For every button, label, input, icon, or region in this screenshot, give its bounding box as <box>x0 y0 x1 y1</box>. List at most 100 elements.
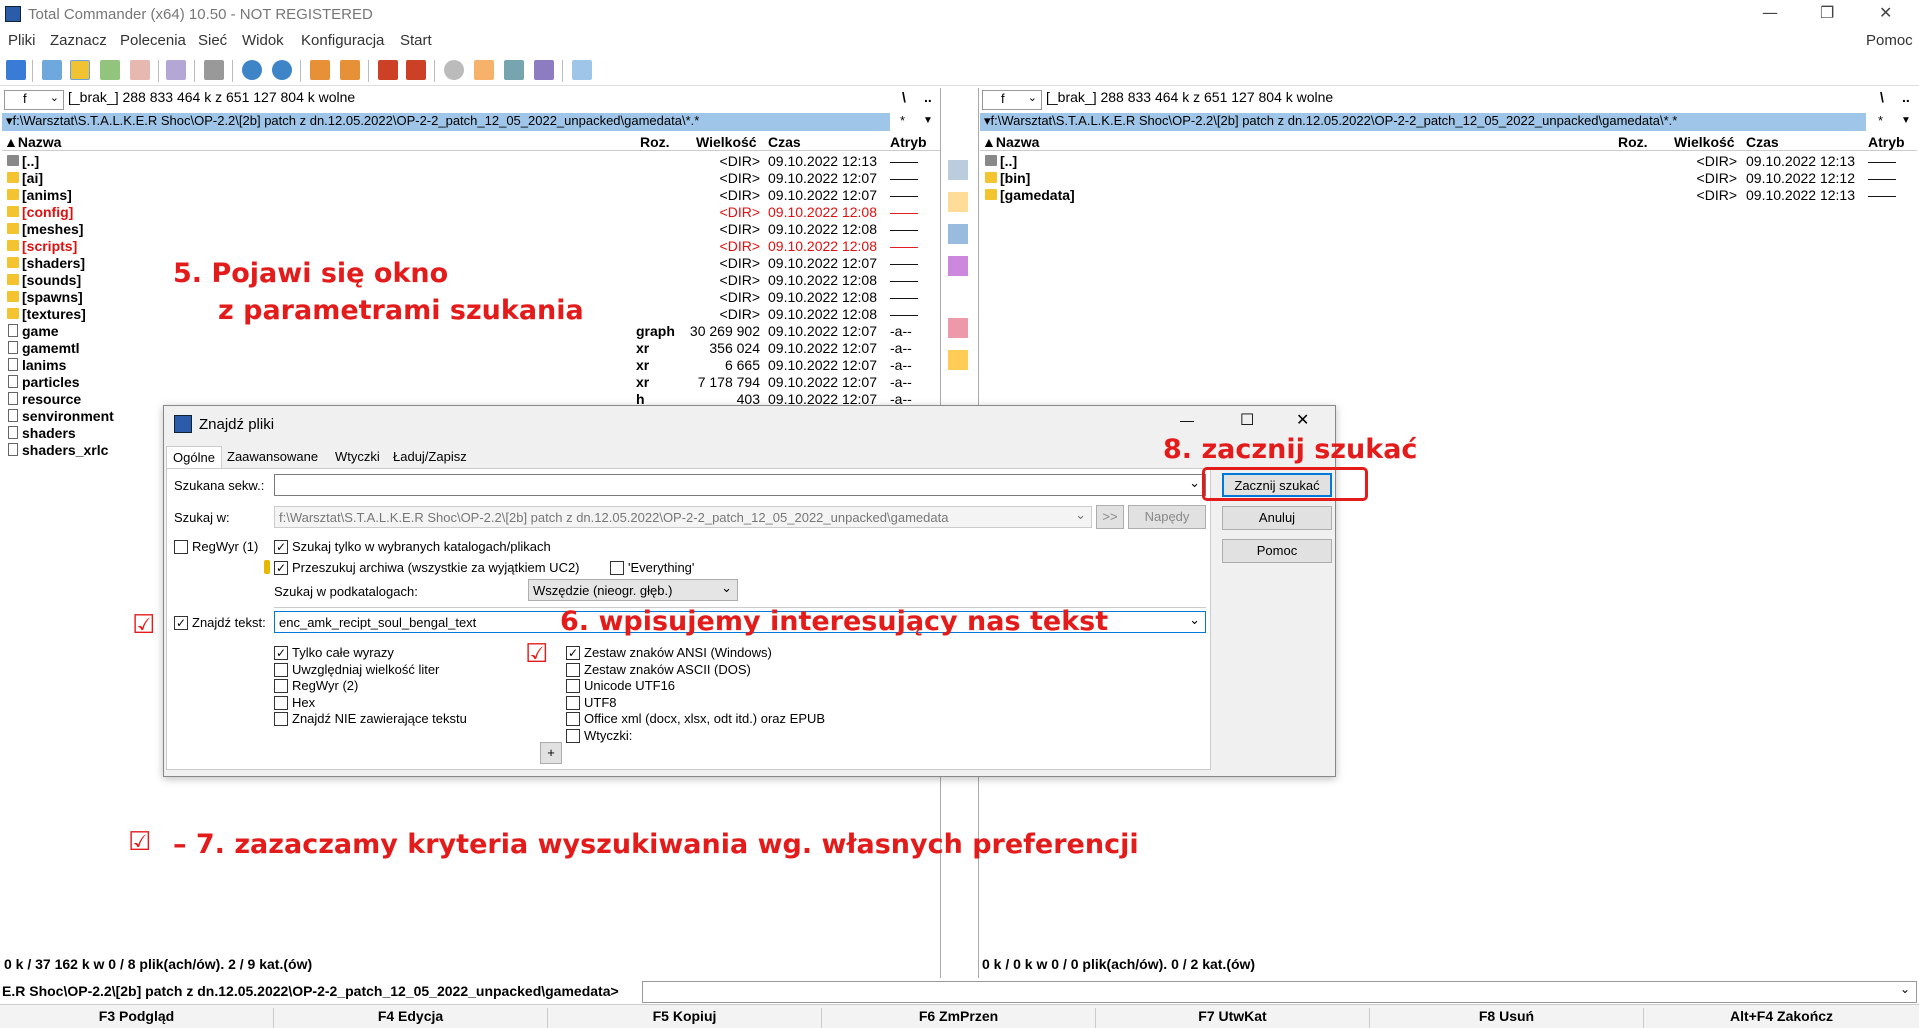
archives-checkbox[interactable]: ✓ <box>274 561 288 575</box>
left-file-row[interactable]: particles xr 7 178 794 09.10.2022 12:07 -a-- <box>2 374 940 391</box>
opts-left-checkbox[interactable] <box>274 679 288 693</box>
right-col-attr[interactable]: Atryb <box>1868 134 1905 150</box>
left-file-row[interactable]: [meshes] <DIR> 09.10.2022 12:08 —— <box>2 221 940 238</box>
opts-right-checkbox[interactable]: ✓ <box>566 646 580 660</box>
right-root-button[interactable]: \ <box>1880 89 1884 111</box>
f4-edit-button[interactable]: F4 Edycja <box>274 1008 548 1028</box>
full-view-icon[interactable] <box>70 60 90 80</box>
invert-selection-icon[interactable] <box>204 60 224 80</box>
left-drive-select[interactable]: f ⌄ <box>4 90 64 110</box>
right-file-row[interactable]: [bin] <DIR> 09.10.2022 12:12 —— <box>980 170 1917 187</box>
f3-view-button[interactable]: F3 Podgląd <box>0 1008 274 1028</box>
search-for-input[interactable]: ⌄ <box>274 474 1206 496</box>
left-file-row[interactable]: lanims xr 6 665 09.10.2022 12:07 -a-- <box>2 357 940 374</box>
ftp-new-icon[interactable] <box>406 60 426 80</box>
copy-icon[interactable] <box>948 224 968 244</box>
f5-copy-button[interactable]: F5 Kopiuj <box>548 1008 822 1028</box>
left-file-row[interactable]: gamemtl xr 356 024 09.10.2022 12:07 -a-- <box>2 340 940 357</box>
right-drive-select[interactable]: f ⌄ <box>982 90 1042 110</box>
find-text-checkbox[interactable]: ✓ <box>174 616 188 630</box>
menu-start[interactable]: Start <box>400 32 432 49</box>
copy-names-icon[interactable] <box>534 60 554 80</box>
left-file-row[interactable]: [shaders] <DIR> 09.10.2022 12:07 —— <box>2 255 940 272</box>
regex1-checkbox[interactable] <box>174 540 188 554</box>
left-col-ext[interactable]: Roz. <box>640 134 670 150</box>
left-col-attr[interactable]: Atryb <box>890 134 927 150</box>
left-col-size[interactable]: Wielkość <box>696 134 757 150</box>
dialog-minimize-button[interactable]: — <box>1180 412 1194 428</box>
right-col-time[interactable]: Czas <box>1746 134 1779 150</box>
sync-dirs-icon[interactable] <box>504 60 524 80</box>
left-file-row[interactable]: [ai] <DIR> 09.10.2022 12:07 —— <box>2 170 940 187</box>
plugins-add-button[interactable]: + <box>540 742 562 764</box>
search-icon[interactable] <box>444 60 464 80</box>
opts-left-checkbox[interactable] <box>274 712 288 726</box>
left-file-row[interactable]: [..] <DIR> 09.10.2022 12:13 —— <box>2 153 940 170</box>
menu-pomoc[interactable]: Pomoc <box>1866 32 1913 49</box>
left-path-bar[interactable]: ▾f:\Warsztat\S.T.A.L.K.E.R Shoc\OP-2.2\[… <box>2 113 890 131</box>
menu-polecenia[interactable]: Polecenia <box>120 32 186 49</box>
opts-left-checkbox[interactable] <box>274 695 288 710</box>
right-file-row[interactable]: [..] <DIR> 09.10.2022 12:13 —— <box>980 153 1917 170</box>
opts-right-checkbox[interactable] <box>566 728 580 743</box>
tab-advanced[interactable]: Zaawansowane <box>221 446 324 468</box>
refresh-icon[interactable] <box>6 60 26 80</box>
back-icon[interactable] <box>242 60 262 80</box>
dialog-maximize-button[interactable]: ☐ <box>1240 410 1254 429</box>
tree-icon[interactable] <box>130 60 150 80</box>
pack-icon[interactable] <box>310 60 330 80</box>
alt-f4-exit-button[interactable]: Alt+F4 Zakończ <box>1644 1008 1919 1028</box>
f7-mkdir-button[interactable]: F7 UtwKat <box>1096 1008 1370 1028</box>
new-folder-icon[interactable] <box>948 350 968 370</box>
browse-button[interactable]: >> <box>1096 505 1124 529</box>
f6-move-button[interactable]: F6 ZmPrzen <box>822 1008 1096 1028</box>
search-in-input[interactable]: f:\Warsztat\S.T.A.L.K.E.R Shoc\OP-2.2\[2… <box>274 506 1092 528</box>
left-root-button[interactable]: \ <box>902 89 906 111</box>
thumbnails-icon[interactable] <box>100 60 120 80</box>
tab-plugins[interactable]: Wtyczki <box>329 446 386 468</box>
menu-konfiguracja[interactable]: Konfiguracja <box>301 32 384 49</box>
menu-pliki[interactable]: Pliki <box>8 32 36 49</box>
pack-files-icon[interactable] <box>948 318 968 338</box>
ftp-icon[interactable] <box>378 60 398 80</box>
sort-icon[interactable] <box>166 60 186 80</box>
move-icon[interactable] <box>948 256 968 276</box>
help-button[interactable]: Pomoc <box>1222 539 1332 563</box>
right-up-button[interactable]: .. <box>1902 89 1910 111</box>
multi-rename-icon[interactable] <box>474 60 494 80</box>
dialog-close-button[interactable]: ✕ <box>1296 410 1309 429</box>
left-file-row[interactable]: [anims] <DIR> 09.10.2022 12:07 —— <box>2 187 940 204</box>
everything-checkbox[interactable] <box>610 561 624 575</box>
tab-general[interactable]: Ogólne <box>166 446 222 468</box>
opts-left-checkbox[interactable]: ✓ <box>274 646 288 660</box>
opts-right-checkbox[interactable] <box>566 695 580 710</box>
f8-delete-button[interactable]: F8 Usuń <box>1370 1008 1644 1028</box>
cmd-input[interactable] <box>642 981 1917 1003</box>
right-col-name[interactable]: ▲Nazwa <box>982 134 1039 150</box>
left-col-name[interactable]: ▲Nazwa <box>4 134 61 150</box>
view-icon[interactable] <box>948 160 968 180</box>
unpack-icon[interactable] <box>340 60 360 80</box>
menu-siec[interactable]: Sieć <box>198 32 227 49</box>
right-path-bar[interactable]: ▾f:\Warsztat\S.T.A.L.K.E.R Shoc\OP-2.2\[… <box>980 113 1866 131</box>
menu-widok[interactable]: Widok <box>242 32 284 49</box>
cancel-button[interactable]: Anuluj <box>1222 506 1332 530</box>
left-history-arrow[interactable]: ▼ <box>923 115 933 126</box>
forward-icon[interactable] <box>272 60 292 80</box>
right-filter-star[interactable]: * <box>1878 113 1883 128</box>
notepad-icon[interactable] <box>572 60 592 80</box>
left-file-row[interactable]: [config] <DIR> 09.10.2022 12:08 —— <box>2 204 940 221</box>
left-file-row[interactable]: [scripts] <DIR> 09.10.2022 12:08 —— <box>2 238 940 255</box>
left-col-time[interactable]: Czas <box>768 134 801 150</box>
chevron-down-icon[interactable]: ⌄ <box>1900 982 1910 996</box>
close-button[interactable]: ✕ <box>1879 3 1892 22</box>
opts-right-checkbox[interactable] <box>566 712 580 726</box>
left-up-button[interactable]: .. <box>924 89 932 111</box>
right-file-row[interactable]: [gamedata] <DIR> 09.10.2022 12:13 —— <box>980 187 1917 204</box>
opts-right-checkbox[interactable] <box>566 662 580 677</box>
menu-zaznacz[interactable]: Zaznacz <box>50 32 107 49</box>
right-history-arrow[interactable]: ▼ <box>1901 115 1911 126</box>
right-col-ext[interactable]: Roz. <box>1618 134 1648 150</box>
left-filter-star[interactable]: * <box>900 113 905 128</box>
opts-left-checkbox[interactable] <box>274 662 288 677</box>
